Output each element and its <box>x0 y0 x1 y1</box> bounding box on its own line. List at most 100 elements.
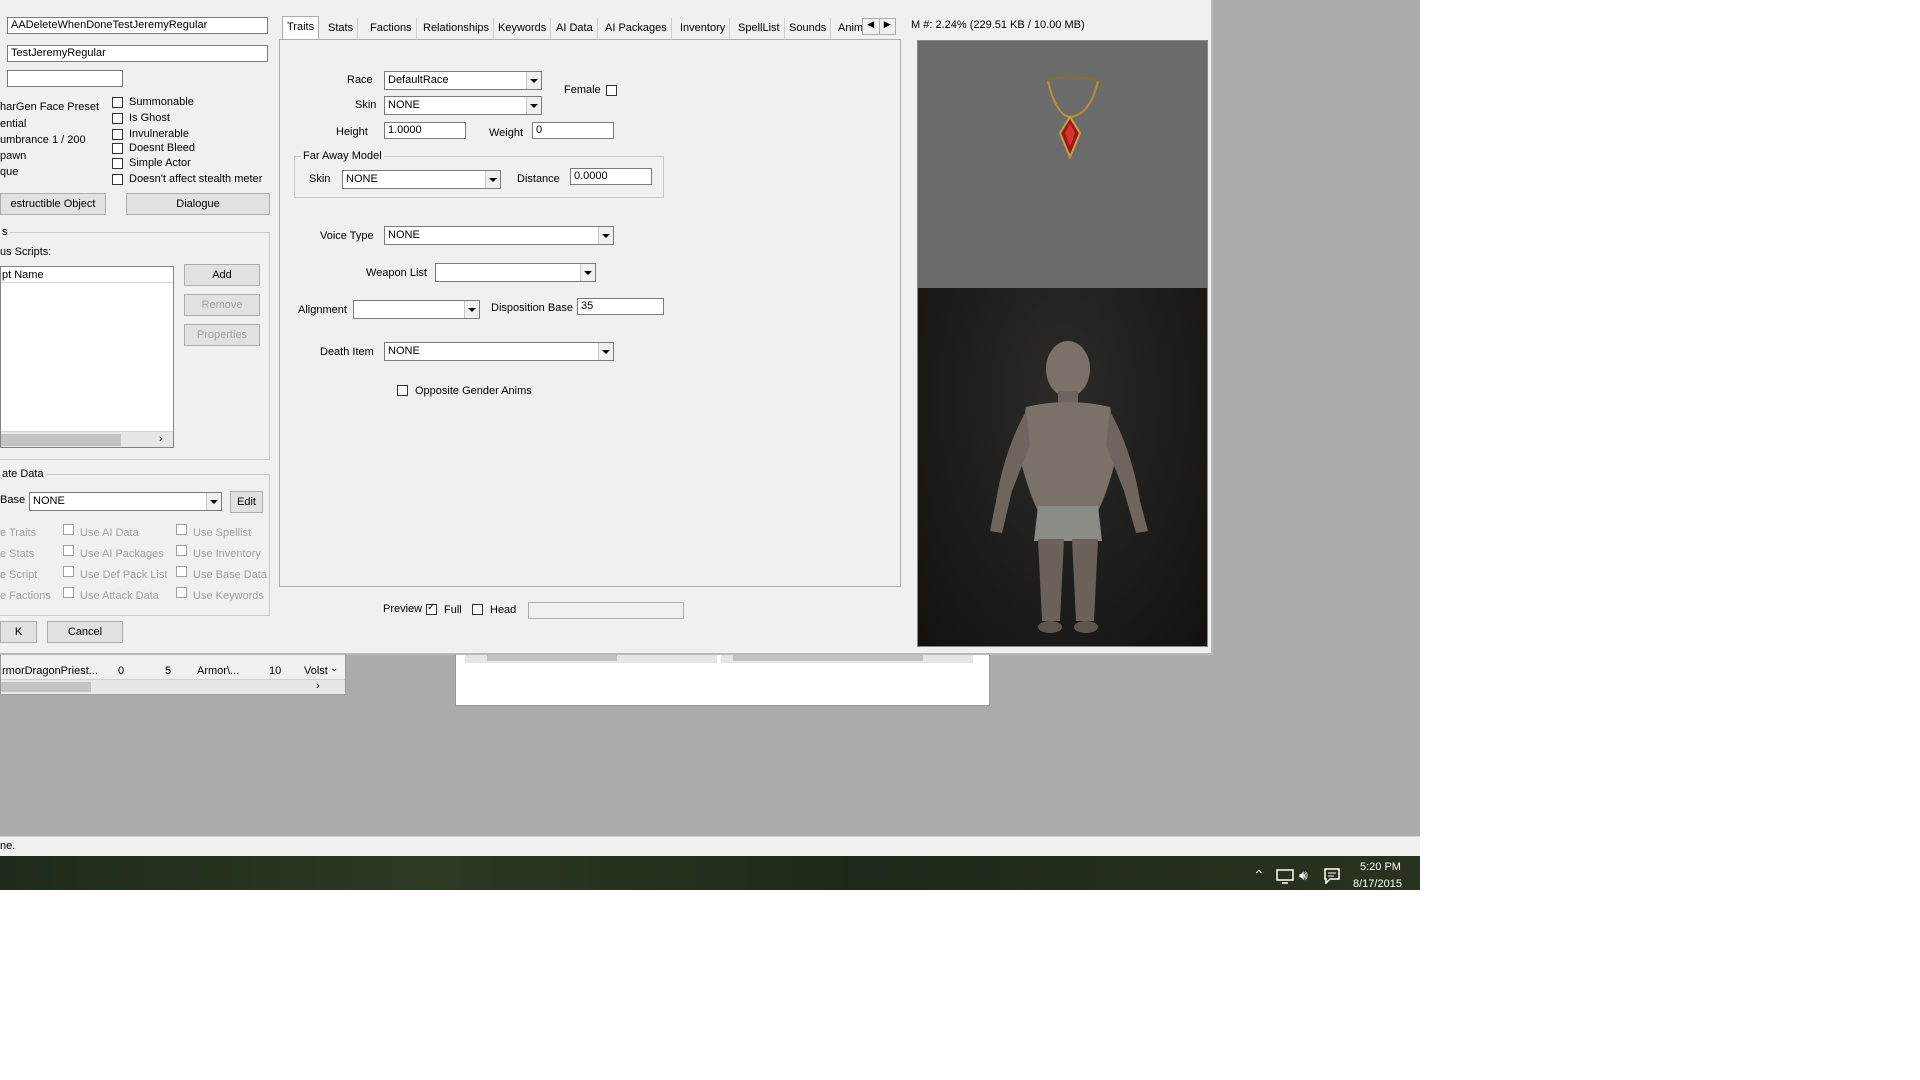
death-item-label: Death Item <box>320 346 374 358</box>
volume-icon[interactable]: 🔊︎ <box>1299 867 1308 884</box>
death-item-select[interactable]: NONE <box>384 342 614 361</box>
tab-relationships[interactable]: Relationships <box>419 18 495 40</box>
simple-actor-checkbox[interactable] <box>112 158 123 169</box>
is-ghost-checkbox[interactable] <box>112 113 123 124</box>
horizontal-scrollbar[interactable]: › <box>1 679 345 693</box>
distance-field[interactable]: 0.0000 <box>570 168 652 185</box>
invulnerable-checkbox[interactable] <box>112 129 123 140</box>
summonable-checkbox[interactable] <box>112 97 123 108</box>
show-hidden-icons-icon[interactable]: ⌃ <box>1253 867 1265 884</box>
use-def-pack-list-checkbox[interactable] <box>63 566 74 577</box>
scroll-right-icon[interactable]: › <box>159 433 163 445</box>
ok-button[interactable]: K <box>0 621 37 643</box>
race-select[interactable]: DefaultRace <box>384 71 542 90</box>
use-factions-label: e Factions <box>0 590 51 602</box>
height-field[interactable]: 1.0000 <box>384 122 466 139</box>
chevron-down-icon[interactable]: ⌄ <box>330 663 338 674</box>
name-field[interactable]: TestJeremyRegular <box>7 45 268 62</box>
weight-field[interactable]: 0 <box>532 122 614 139</box>
preview-label: Preview <box>383 603 423 615</box>
tab-spelllist[interactable]: SpellList <box>734 18 785 40</box>
destructible-object-button[interactable]: estructible Object <box>0 193 106 215</box>
dialogue-button[interactable]: Dialogue <box>126 193 270 215</box>
editor-id-field[interactable]: AADeleteWhenDoneTestJeremyRegular <box>7 17 268 34</box>
chevron-down-icon[interactable] <box>580 264 595 281</box>
chevron-down-icon[interactable] <box>526 72 541 89</box>
fa-skin-select[interactable]: NONE <box>342 170 501 189</box>
disposition-base-label: Disposition Base <box>491 302 573 314</box>
death-item-value: NONE <box>388 345 420 357</box>
chevron-down-icon[interactable] <box>598 343 613 360</box>
tab-factions[interactable]: Factions <box>366 18 417 40</box>
use-attack-data-checkbox[interactable] <box>63 587 74 598</box>
scroll-right-icon[interactable]: › <box>316 680 320 692</box>
use-keywords-checkbox[interactable] <box>176 587 187 598</box>
preview-full-checkbox[interactable] <box>426 602 437 615</box>
chevron-down-icon[interactable] <box>206 493 221 510</box>
scripts-list[interactable]: pt Name › <box>0 266 174 448</box>
chevron-down-icon[interactable] <box>485 171 500 188</box>
skin-value: NONE <box>388 99 420 111</box>
use-script-label: e Script <box>0 569 38 581</box>
action-center-icon[interactable] <box>1324 868 1340 884</box>
scripts-label: us Scripts: <box>0 246 52 258</box>
cancel-button[interactable]: Cancel <box>47 621 123 643</box>
horizontal-scrollbar[interactable]: › <box>1 431 173 447</box>
tab-scroll-left-icon[interactable]: ◀ <box>863 19 880 34</box>
race-value: DefaultRace <box>388 74 449 86</box>
use-base-data-checkbox[interactable] <box>176 566 187 577</box>
model-preview-viewport[interactable] <box>917 40 1208 647</box>
tab-traits[interactable]: Traits <box>282 16 320 40</box>
encumbrance-label: umbrance 1 / 200 <box>0 134 86 146</box>
tab-ai-data[interactable]: AI Data <box>552 18 598 40</box>
tab-ai-packages[interactable]: AI Packages <box>601 18 672 40</box>
network-icon[interactable] <box>1276 869 1294 885</box>
scrollbar-thumb[interactable] <box>1 434 121 446</box>
race-label: Race <box>347 74 373 86</box>
disposition-base-field[interactable]: 35 <box>577 298 664 315</box>
opposite-gender-anims-checkbox[interactable] <box>397 385 408 396</box>
list-cell-3: Armor\... <box>197 665 240 677</box>
script-name-column-header[interactable]: pt Name <box>1 267 173 283</box>
short-name-field[interactable] <box>7 70 123 87</box>
character-model-icon <box>990 341 1148 633</box>
female-label: Female <box>564 84 601 96</box>
properties-button[interactable]: Properties <box>184 324 260 346</box>
doesnt-bleed-label: Doesnt Bleed <box>129 142 196 154</box>
template-base-select[interactable]: NONE <box>29 492 222 511</box>
female-checkbox[interactable] <box>606 85 617 96</box>
tab-stats[interactable]: Stats <box>324 18 359 40</box>
add-button[interactable]: Add <box>184 264 260 286</box>
weapon-list-select[interactable] <box>435 263 596 282</box>
use-inventory-checkbox[interactable] <box>176 545 187 556</box>
clock-date[interactable]: 8/17/2015 <box>1353 878 1402 890</box>
summonable-label: Summonable <box>129 96 194 108</box>
voice-type-select[interactable]: NONE <box>384 226 614 245</box>
skin-select[interactable]: NONE <box>384 96 542 115</box>
chevron-down-icon[interactable] <box>464 301 479 318</box>
chevron-down-icon[interactable] <box>598 227 613 244</box>
preview-head-label: Head <box>490 604 517 616</box>
doesnt-bleed-checkbox[interactable] <box>112 143 123 154</box>
use-spellist-checkbox[interactable] <box>176 524 187 535</box>
skin-label: Skin <box>355 99 377 111</box>
preview-head-checkbox[interactable] <box>472 604 483 615</box>
stealth-meter-checkbox[interactable] <box>112 174 123 185</box>
tab-inventory[interactable]: Inventory <box>676 18 731 40</box>
tab-scroll-right-icon[interactable]: ▶ <box>880 19 896 34</box>
use-ai-data-checkbox[interactable] <box>63 524 74 535</box>
scrollbar-thumb[interactable] <box>1 682 91 692</box>
is-ghost-label: Is Ghost <box>129 112 170 124</box>
list-row[interactable]: rmorDragonPriest... 0 5 Armor\... 10 Vol… <box>1 663 347 679</box>
clock-time[interactable]: 5:20 PM <box>1360 861 1401 873</box>
preview-progress-field <box>528 602 684 619</box>
desktop-area: rmorDragonPriest... 0 5 Armor\... 10 Vol… <box>0 0 1420 890</box>
use-ai-packages-checkbox[interactable] <box>63 545 74 556</box>
tab-keywords[interactable]: Keywords <box>494 18 552 40</box>
remove-button[interactable]: Remove <box>184 294 260 316</box>
tab-sounds[interactable]: Sounds <box>785 18 832 40</box>
alignment-select[interactable] <box>353 300 480 319</box>
background-window <box>455 648 990 706</box>
chevron-down-icon[interactable] <box>526 97 541 114</box>
edit-button[interactable]: Edit <box>230 491 263 513</box>
